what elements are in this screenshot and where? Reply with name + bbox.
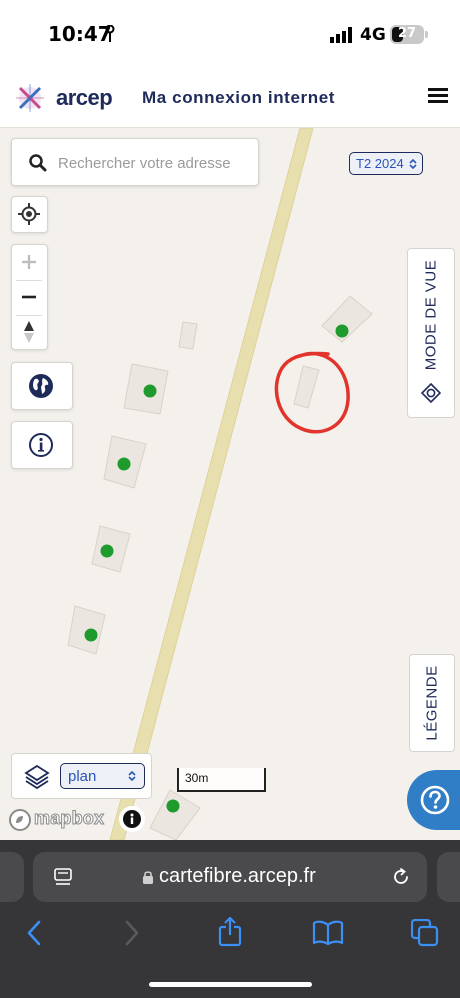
bookmarks-icon[interactable]: [312, 920, 344, 946]
arcep-logo[interactable]: arcep: [14, 82, 113, 114]
plus-icon: [22, 255, 36, 269]
forward-icon[interactable]: [124, 920, 140, 946]
building: [149, 789, 201, 840]
chevron-up-down-icon: [128, 770, 136, 782]
fiber-dot[interactable]: [335, 324, 349, 338]
share-icon[interactable]: [217, 917, 243, 947]
scale-bar: 30m: [177, 768, 266, 792]
period-select-value: T2 2024: [356, 156, 404, 171]
search-input[interactable]: [58, 149, 254, 177]
zoom-in-button[interactable]: [12, 245, 46, 280]
status-time: 10:47: [48, 22, 112, 46]
logo-text: arcep: [56, 85, 113, 110]
building: [67, 605, 106, 655]
building: [178, 321, 198, 350]
scale-label: 30m: [185, 771, 209, 785]
reader-icon[interactable]: [53, 867, 73, 887]
next-tab-preview[interactable]: [437, 852, 460, 902]
map-canvas: [67, 128, 373, 840]
view-mode-button[interactable]: MODE DE VUE: [407, 248, 455, 418]
minus-icon: [22, 295, 36, 299]
zoom-out-button[interactable]: [12, 280, 46, 315]
attribution-button[interactable]: [119, 806, 145, 832]
info-icon: [29, 433, 53, 457]
legend-label: LÉGENDE: [423, 665, 441, 741]
crosshair-icon: [18, 203, 40, 225]
view-mode-label: MODE DE VUE: [422, 259, 440, 371]
fiber-dot[interactable]: [143, 384, 157, 398]
battery-level: 27: [397, 26, 417, 41]
signal-icon: [330, 27, 352, 43]
mapbox-wordmark: mapbox: [33, 808, 105, 829]
layer-select-value: plan: [68, 768, 97, 785]
compass-icon: [24, 321, 34, 343]
info-button[interactable]: [11, 421, 73, 469]
globe-icon: [29, 374, 53, 398]
mapbox-icon: [9, 809, 31, 831]
search-icon: [29, 154, 47, 172]
question-icon: [420, 785, 450, 815]
globe-button[interactable]: [11, 362, 73, 410]
layers-icon: [24, 764, 50, 790]
location-icon: [105, 25, 115, 42]
address-bar[interactable]: cartefibre.arcep.fr: [33, 852, 427, 902]
page-title: Ma connexion internet: [142, 88, 336, 107]
status-bar: 10:47 4G 27: [0, 0, 460, 68]
reload-icon[interactable]: [391, 867, 411, 887]
tabs-icon[interactable]: [411, 919, 439, 947]
back-icon[interactable]: [26, 920, 42, 946]
arcep-logo-icon: [16, 84, 44, 112]
home-indicator: [149, 982, 312, 987]
eye-icon: [421, 383, 441, 403]
layer-select[interactable]: plan: [60, 763, 145, 789]
zoom-controls: [11, 244, 48, 350]
url-text: cartefibre.arcep.fr: [159, 865, 316, 887]
compass-button[interactable]: [12, 315, 46, 350]
chevron-up-down-icon: [409, 158, 417, 170]
network-type: 4G: [360, 25, 386, 45]
fiber-dot[interactable]: [84, 628, 98, 642]
hamburger-menu-icon[interactable]: [428, 88, 448, 106]
info-icon: [123, 810, 141, 828]
layer-control: plan: [11, 753, 152, 799]
map-view[interactable]: T2 2024: [0, 128, 460, 840]
legend-button[interactable]: LÉGENDE: [409, 654, 455, 752]
fiber-dot[interactable]: [166, 799, 180, 813]
previous-tab-preview[interactable]: [0, 852, 24, 902]
address-search[interactable]: [11, 138, 259, 186]
help-button[interactable]: [407, 770, 460, 830]
browser-toolbar: cartefibre.arcep.fr: [0, 840, 460, 998]
fiber-dot[interactable]: [100, 544, 114, 558]
period-select[interactable]: T2 2024: [349, 152, 423, 175]
road: [109, 128, 314, 840]
building: [293, 365, 320, 409]
mapbox-logo[interactable]: mapbox: [8, 808, 105, 832]
fiber-dot[interactable]: [117, 457, 131, 471]
lock-icon: [143, 871, 153, 884]
battery-icon: 27: [390, 25, 424, 44]
app-header: arcep Ma connexion internet: [0, 68, 460, 128]
geolocate-button[interactable]: [11, 196, 48, 233]
screen: 10:47 4G 27 arcep Ma connexion internet …: [0, 0, 460, 998]
